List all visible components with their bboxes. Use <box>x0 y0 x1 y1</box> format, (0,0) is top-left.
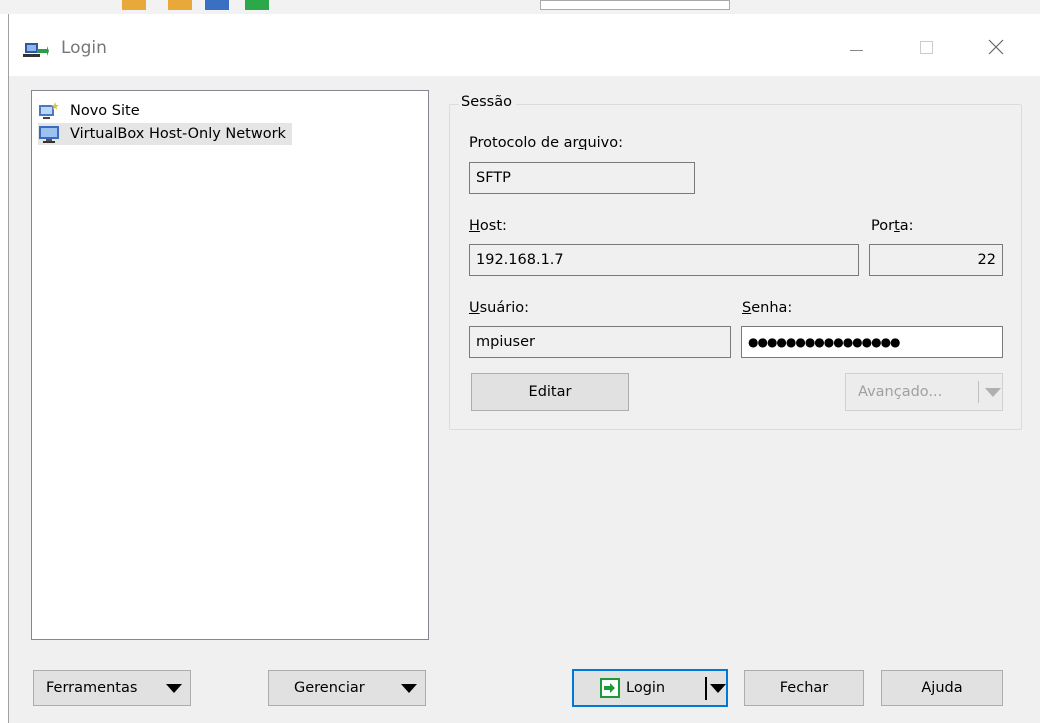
new-site-icon <box>39 102 59 119</box>
site-tree[interactable]: Novo Site VirtualBox Host-Only Network <box>31 90 429 640</box>
host-value: 192.168.1.7 <box>476 252 564 268</box>
protocol-label: Protocolo de arquivo: <box>469 135 623 151</box>
login-dropdown-icon[interactable] <box>710 684 726 693</box>
user-label: Usuário: <box>469 300 529 316</box>
port-label: Porta: <box>871 218 914 234</box>
tree-item-novo-site[interactable]: Novo Site <box>38 100 146 122</box>
tree-item-virtualbox[interactable]: VirtualBox Host-Only Network <box>38 123 292 145</box>
session-group-label: Sessão <box>459 94 516 110</box>
port-value: 22 <box>977 252 996 268</box>
port-label-text: Por <box>871 218 895 234</box>
edit-button[interactable]: Editar <box>471 373 629 411</box>
host-label-text: ost: <box>479 218 507 234</box>
advanced-button[interactable]: Avançado... <box>845 373 1003 411</box>
close-button-label: Fechar <box>779 680 829 696</box>
background-app-toolbar <box>0 0 1040 14</box>
host-input[interactable]: 192.168.1.7 <box>469 244 859 276</box>
host-label: Host: <box>469 218 507 234</box>
tree-item-label: VirtualBox Host-Only Network <box>70 126 286 142</box>
bg-toolbar-icon <box>168 0 192 10</box>
split-divider <box>705 677 707 700</box>
login-button-label: Login <box>626 680 666 696</box>
port-label-text: a: <box>899 218 914 234</box>
split-divider <box>978 381 979 403</box>
tree-item-label: Novo Site <box>70 103 140 119</box>
tools-button-label: Ferramentas <box>46 680 138 696</box>
minimize-button[interactable] <box>833 32 879 62</box>
help-button[interactable]: Ajuda <box>881 670 1003 706</box>
password-label: Senha: <box>742 300 792 316</box>
help-button-label: Ajuda <box>921 680 963 696</box>
username-input[interactable]: mpiuser <box>469 326 731 358</box>
edit-button-label: Editar <box>528 384 572 400</box>
protocol-select[interactable]: SFTP <box>469 162 695 194</box>
bg-toolbar-icon <box>245 0 269 10</box>
close-window-button[interactable] <box>973 32 1019 62</box>
user-label-accel: U <box>469 300 480 316</box>
host-label-accel: H <box>469 218 480 234</box>
user-label-text: suário: <box>479 300 530 316</box>
advanced-dropdown-icon[interactable] <box>985 388 1001 397</box>
advanced-button-label: Avançado... <box>858 384 943 400</box>
tools-button[interactable]: Ferramentas <box>33 670 191 706</box>
bg-toolbar-icon <box>122 0 146 10</box>
login-button[interactable]: Login <box>572 669 728 707</box>
password-label-accel: S <box>742 300 752 316</box>
port-input[interactable]: 22 <box>869 244 1003 276</box>
password-input[interactable]: ●●●●●●●●●●●●●●●● <box>741 326 1003 358</box>
bg-toolbar-field <box>540 0 730 10</box>
protocol-value: SFTP <box>476 170 511 186</box>
close-icon <box>988 39 1004 55</box>
bg-toolbar-icon <box>205 0 229 10</box>
winscp-app-icon <box>23 43 49 57</box>
password-value: ●●●●●●●●●●●●●●●● <box>748 335 901 349</box>
tools-dropdown-icon <box>166 684 182 693</box>
manage-dropdown-icon <box>401 684 417 693</box>
username-value: mpiuser <box>476 334 535 350</box>
protocol-label-text: uivo: <box>587 135 624 151</box>
close-button[interactable]: Fechar <box>744 670 864 706</box>
title-bar: Login <box>9 14 1040 76</box>
login-dialog: Login Novo Site VirtualBox Host-Only Net… <box>8 14 1040 723</box>
manage-button[interactable]: Gerenciar <box>268 670 426 706</box>
window-title: Login <box>61 38 107 58</box>
login-icon <box>600 678 620 698</box>
manage-button-label: Gerenciar <box>294 680 365 696</box>
maximize-button[interactable] <box>903 32 949 62</box>
protocol-label-text: Protocolo de ar <box>469 135 579 151</box>
password-label-text: enha: <box>751 300 793 316</box>
computer-icon <box>39 126 59 143</box>
